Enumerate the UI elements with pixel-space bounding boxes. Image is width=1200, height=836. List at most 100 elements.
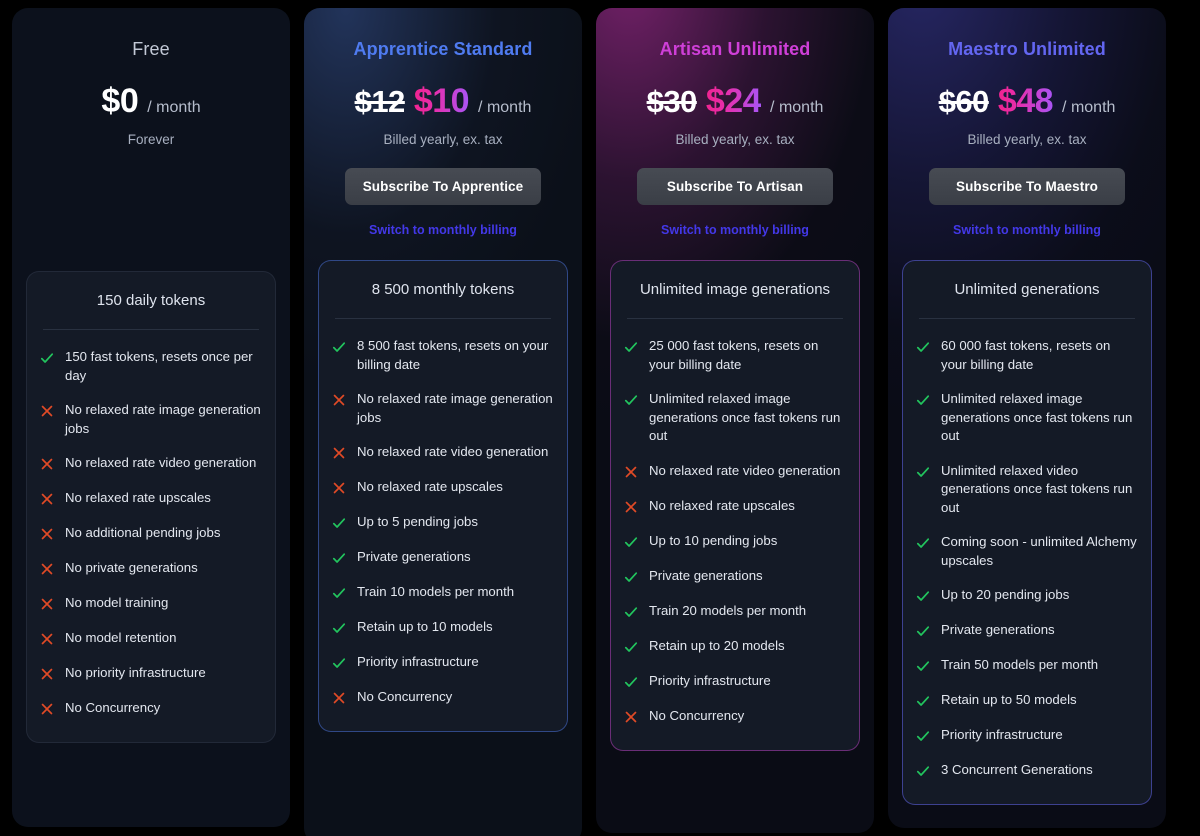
cross-icon [623,497,639,516]
feature-item: No relaxed rate image generation jobs [39,393,261,446]
subscribe-button-maestro[interactable]: Subscribe To Maestro [929,168,1125,205]
check-icon [915,621,931,640]
cross-icon [39,401,55,420]
cross-icon [39,524,55,543]
billing-note: Forever [127,132,175,147]
feature-text: 150 fast tokens, resets once per day [65,349,253,383]
feature-item: Priority infrastructure [623,664,845,699]
divider [335,318,551,319]
subscribe-button-apprentice[interactable]: Subscribe To Apprentice [345,168,541,205]
check-icon [39,348,55,367]
feature-text: 25 000 fast tokens, resets on your billi… [649,338,819,372]
feature-item: Coming soon - unlimited Alchemy upscales [915,525,1137,578]
feature-text: Private generations [941,622,1055,637]
cross-icon [331,443,347,462]
price-current: $48 [997,82,1054,120]
features-title: 150 daily tokens [96,292,206,309]
switch-billing-link-apprentice[interactable]: Switch to monthly billing [324,223,562,237]
price-period: / month [770,99,824,116]
cross-icon [39,629,55,648]
feature-item: No relaxed rate image generation jobs [331,382,553,435]
price-row: $0 / month [32,82,270,121]
feature-item: No Concurrency [39,691,261,726]
feature-item: Retain up to 50 models [915,683,1137,718]
feature-text: 60 000 fast tokens, resets on your billi… [941,338,1111,372]
feature-text: No relaxed rate video generation [357,444,549,459]
feature-item: 150 fast tokens, resets once per day [39,340,261,393]
feature-text: No Concurrency [65,700,161,715]
plan-card-free: Free $0/ month Forever 150 daily tokens 150 … [12,8,290,827]
feature-item: No relaxed rate upscales [39,481,261,516]
feature-text: Up to 10 pending jobs [649,532,778,548]
feature-text: Up to 5 pending jobs [357,514,478,529]
feature-list: 25 000 fast tokens, resets on your billi… [611,329,859,734]
header-spacer [888,237,1166,260]
check-icon [623,637,639,656]
check-icon [915,691,931,710]
switch-billing-link-maestro[interactable]: Switch to monthly billing [908,223,1146,237]
feature-item: Train 50 models per month [915,648,1137,683]
feature-text: No model training [65,595,169,610]
cross-icon [623,462,639,481]
cross-icon [39,454,55,473]
plan-card-artisan: Artisan Unlimited $30 $24 / month Billed yea… [596,8,874,833]
feature-item: 3 Concurrent Generations [915,753,1137,788]
feature-item: No relaxed rate upscales [623,489,845,524]
feature-item: 25 000 fast tokens, resets on your billi… [623,329,845,382]
check-icon [915,462,931,481]
check-icon [915,390,931,409]
check-icon [623,602,639,621]
cross-icon [623,707,639,726]
feature-item: Train 20 models per month [623,594,845,629]
feature-text: No relaxed rate image generation jobs [65,402,261,436]
feature-text: No Concurrency [649,707,745,723]
feature-item: No Concurrency [331,680,553,715]
price-original: $30 [646,84,698,119]
feature-text: No relaxed rate image generation jobs [357,391,553,425]
feature-text: No relaxed rate upscales [649,497,795,513]
feature-text: Train 50 models per month [941,657,1099,672]
cross-icon [39,594,55,613]
divider [43,329,259,330]
plan-card-maestro: Maestro Unlimited $60 $48 / month Billed yea… [888,8,1166,828]
feature-text: Retain up to 20 models [649,637,785,653]
check-icon [331,583,347,602]
cross-icon [331,390,347,409]
feature-text: Private generations [357,549,471,564]
switch-billing-link-artisan[interactable]: Switch to monthly billing [616,223,854,237]
price-period: / month [147,99,201,116]
header-spacer [596,237,874,260]
feature-text: Coming soon - unlimited Alchemy upscales [941,534,1137,568]
feature-text: Retain up to 50 models [941,692,1077,707]
feature-text: Unlimited relaxed image generations once… [941,391,1133,443]
feature-item: Train 10 models per month [331,575,553,610]
check-icon [915,533,931,552]
check-icon [331,548,347,567]
features-title: 8 500 monthly tokens [371,281,515,298]
feature-text: Retain up to 10 models [357,619,493,634]
check-icon [623,672,639,691]
feature-item: Priority infrastructure [915,718,1137,753]
feature-item: Unlimited relaxed image generations once… [915,382,1137,454]
feature-list: 150 fast tokens, resets once per day No r… [27,340,275,726]
feature-text: 8 500 fast tokens, resets on your billin… [357,338,549,372]
price-row: $60 $48 / month [908,82,1146,121]
price-row: $12 $10 / month [324,82,562,121]
subscribe-button-artisan[interactable]: Subscribe To Artisan [637,168,833,205]
feature-text: Private generations [649,567,763,583]
cross-icon [39,489,55,508]
plan-header: Apprentice Standard $12 $10 / month Billed y… [304,8,582,237]
feature-text: No relaxed rate upscales [65,490,211,505]
feature-text: No model retention [65,630,177,645]
feature-text: No Concurrency [357,689,453,704]
check-icon [915,656,931,675]
check-icon [623,567,639,586]
feature-item: Up to 5 pending jobs [331,505,553,540]
feature-item: 60 000 fast tokens, resets on your billi… [915,329,1137,382]
plan-name: Artisan Unlimited [659,39,811,59]
check-icon [915,586,931,605]
feature-item: Up to 10 pending jobs [623,524,845,559]
feature-text: Train 20 models per month [649,602,807,618]
price-current: $24 [705,82,762,120]
feature-text: No priority infrastructure [65,665,206,680]
